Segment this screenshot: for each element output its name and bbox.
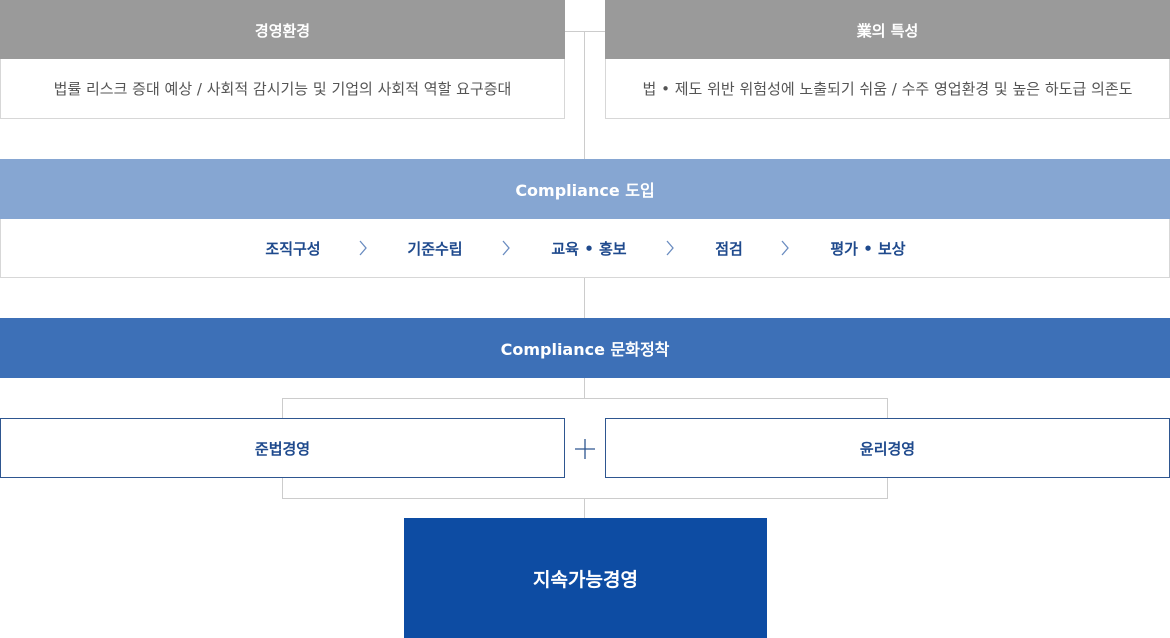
connector-culture-vertical [584, 378, 585, 398]
chevron-right-icon [666, 240, 674, 256]
compliance-intro-bar: Compliance 도입 [0, 159, 1170, 219]
plus-icon [575, 439, 595, 459]
chevron-right-icon [781, 240, 789, 256]
bracket-top-line [282, 398, 888, 399]
bracket-bottom-line [282, 498, 888, 499]
step-organization: 조직구성 [265, 239, 321, 258]
compliance-culture-bar: Compliance 문화정착 [0, 318, 1170, 378]
step-standards: 기준수립 [407, 239, 463, 258]
industry-characteristics-description: 법 • 제도 위반 위험성에 노출되기 쉬움 / 수주 영업환경 및 높은 하도… [605, 59, 1170, 119]
ethical-management-box: 윤리경영 [605, 418, 1170, 478]
bracket-top-right [887, 398, 888, 418]
industry-characteristics-header: 業의 특성 [605, 0, 1170, 60]
connector-top-horizontal [565, 31, 605, 32]
chevron-right-icon [359, 240, 367, 256]
legal-compliance-box: 준법경영 [0, 418, 565, 478]
bracket-bottom-right [887, 478, 888, 498]
step-inspection: 점검 [715, 239, 743, 258]
connector-top-vertical [584, 31, 585, 159]
step-education-promotion: 교육 • 홍보 [551, 239, 627, 258]
step-evaluation-reward: 평가 • 보상 [830, 239, 906, 258]
connector-final-vertical [584, 498, 585, 518]
chevron-right-icon [502, 240, 510, 256]
business-environment-header: 경영환경 [0, 0, 565, 60]
sustainable-management-box: 지속가능경영 [404, 518, 767, 638]
compliance-steps: 조직구성 기준수립 교육 • 홍보 점검 평가 • 보상 [0, 219, 1170, 278]
bracket-bottom-left [282, 478, 283, 498]
connector-mid-vertical [584, 278, 585, 318]
business-environment-description: 법률 리스크 증대 예상 / 사회적 감시기능 및 기업의 사회적 역할 요구증… [0, 59, 565, 119]
bracket-top-left [282, 398, 283, 418]
